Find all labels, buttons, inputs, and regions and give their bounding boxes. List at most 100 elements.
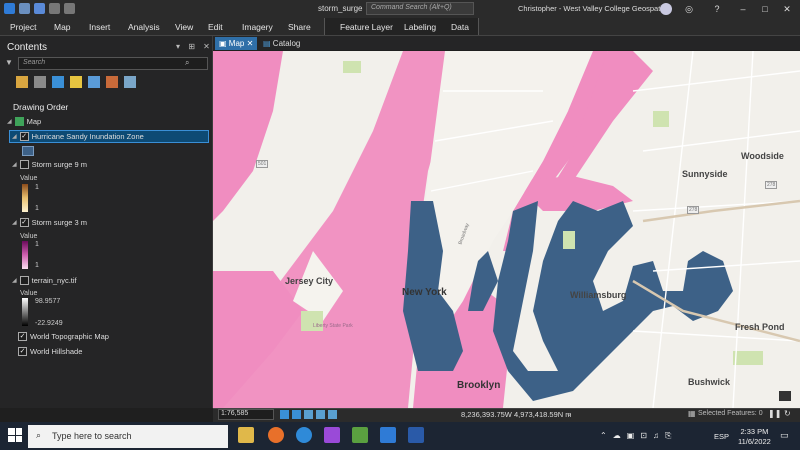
color-ramp[interactable] — [22, 241, 28, 269]
layer-storm-surge-9m[interactable]: ◢ Storm surge 9 m — [12, 160, 87, 169]
legend-min: 1 — [35, 262, 39, 269]
visibility-checkbox[interactable] — [19, 160, 29, 169]
close-icon[interactable]: ✕ — [780, 2, 794, 16]
redo-icon[interactable] — [64, 3, 75, 14]
firefox-icon[interactable] — [268, 427, 284, 443]
units-dropdown-icon[interactable]: ⌄ — [566, 410, 572, 418]
coordinate-readout[interactable]: 8,236,393.75W 4,973,418.59N m — [461, 410, 572, 419]
language-indicator[interactable]: ESP — [714, 432, 729, 441]
list-by-selection-icon[interactable] — [52, 76, 64, 88]
color-ramp[interactable] — [22, 298, 28, 326]
catalog-tab-label: Catalog — [272, 39, 301, 48]
list-by-labeling-icon[interactable] — [106, 76, 118, 88]
label-woodside: Woodside — [741, 151, 784, 161]
tab-view[interactable]: View — [175, 22, 193, 32]
windows-start-icon[interactable] — [8, 428, 22, 442]
collapse-icon[interactable]: ◢ — [7, 118, 12, 125]
drawing-order-heading: Drawing Order — [13, 102, 69, 112]
layer-name: World Topographic Map — [30, 332, 109, 341]
tab-insert[interactable]: Insert — [89, 22, 110, 32]
notepad-icon[interactable] — [352, 427, 368, 443]
arcgis-pro-icon[interactable] — [380, 427, 396, 443]
list-by-perspective-icon[interactable] — [124, 76, 136, 88]
list-by-drawing-order-icon[interactable] — [16, 76, 28, 88]
map-tips-icon[interactable] — [779, 391, 791, 401]
minimize-icon[interactable]: – — [736, 2, 750, 16]
visibility-checkbox[interactable] — [19, 276, 29, 285]
snapping-icon[interactable] — [316, 410, 325, 419]
map-tab-label: Map — [228, 39, 245, 48]
selected-features-count: Selected Features: 0 — [698, 410, 763, 417]
fixed-zoom-icon[interactable] — [280, 410, 289, 419]
visibility-checkbox[interactable]: ✓ — [19, 218, 29, 227]
filter-icon[interactable]: ▼ — [5, 58, 13, 67]
grid-icon[interactable] — [292, 410, 301, 419]
refresh-icon[interactable] — [328, 410, 337, 419]
list-by-snapping-icon[interactable] — [88, 76, 100, 88]
color-ramp[interactable] — [22, 184, 28, 212]
taskbar-search-input[interactable]: Type here to search — [28, 425, 228, 448]
avatar[interactable] — [660, 3, 672, 15]
map-icon — [14, 117, 24, 126]
visibility-checkbox[interactable]: ✓ — [18, 347, 27, 356]
user-name[interactable]: Christopher - West Valley College Geospa… — [518, 4, 668, 13]
search-icon[interactable]: ⌕ — [185, 58, 189, 68]
refresh-icon[interactable]: ↻ — [784, 409, 791, 418]
tab-map[interactable]: Map — [54, 22, 71, 32]
park — [653, 111, 669, 127]
layer-search-input[interactable]: Search — [18, 57, 208, 70]
scale-selector[interactable]: 1:76,585 — [218, 409, 274, 420]
undo-icon[interactable] — [49, 3, 60, 14]
shield-278-a: 278 — [687, 206, 700, 214]
system-tray-icons[interactable]: ⌃☁▣⊡♫⎘ — [600, 431, 677, 441]
list-by-editing-icon[interactable] — [70, 76, 82, 88]
tab-imagery[interactable]: Imagery — [242, 22, 273, 32]
layer-name: Hurricane Sandy Inundation Zone — [31, 132, 144, 141]
folder-icon[interactable] — [19, 3, 30, 14]
app-icon[interactable] — [324, 427, 340, 443]
pane-controls[interactable]: ▾ ⊞ ✕ — [176, 42, 213, 51]
map-view[interactable]: New York Jersey City Brooklyn Williamsbu… — [213, 51, 800, 408]
tab-project[interactable]: Project — [10, 22, 36, 32]
clock[interactable]: 2:33 PM 11/6/2022 — [738, 427, 771, 447]
map-canvas[interactable] — [213, 51, 800, 408]
save-icon[interactable] — [34, 3, 45, 14]
word-icon[interactable] — [408, 427, 424, 443]
layer-world-hillshade[interactable]: ✓ World Hillshade — [18, 347, 82, 356]
tab-feature-layer[interactable]: Feature Layer — [340, 22, 393, 32]
tab-analysis[interactable]: Analysis — [128, 22, 160, 32]
close-icon[interactable]: ✕ — [247, 39, 254, 48]
layer-world-topographic[interactable]: ✓ World Topographic Map — [18, 332, 109, 341]
label-new-york: New York — [402, 287, 447, 298]
layer-terrain[interactable]: ◢ terrain_nyc.tif — [12, 276, 77, 285]
layer-storm-surge-3m[interactable]: ◢ ✓ Storm surge 3 m — [12, 218, 87, 227]
collapse-icon[interactable]: ◢ — [12, 277, 17, 284]
pause-icon[interactable]: ❚❚ — [768, 409, 781, 418]
notification-icon[interactable]: ◎ — [682, 2, 696, 16]
help-icon[interactable]: ? — [710, 2, 724, 16]
collapse-icon[interactable]: ◢ — [12, 161, 17, 168]
notifications-icon[interactable]: ▭ — [780, 430, 789, 441]
rotation-icon[interactable] — [304, 410, 313, 419]
label-jersey-city: Jersey City — [285, 276, 334, 286]
maximize-icon[interactable]: □ — [758, 2, 772, 16]
tab-catalog-view[interactable]: ▤ Catalog — [259, 37, 304, 50]
list-by-source-icon[interactable] — [34, 76, 46, 88]
tab-map-view[interactable]: ▣ Map ✕ — [215, 37, 258, 50]
inundation-symbol[interactable] — [22, 146, 34, 156]
visibility-checkbox[interactable]: ✓ — [18, 332, 27, 341]
tab-data[interactable]: Data — [451, 22, 469, 32]
visibility-checkbox[interactable]: ✓ — [19, 132, 29, 141]
command-search-input[interactable]: Command Search (Alt+Q) — [366, 2, 474, 15]
map-label: Map — [26, 117, 42, 126]
edge-icon[interactable] — [296, 427, 312, 443]
file-explorer-icon[interactable] — [238, 427, 254, 443]
tab-labeling[interactable]: Labeling — [404, 22, 436, 32]
collapse-icon[interactable]: ◢ — [12, 133, 17, 140]
map-node[interactable]: ◢ Map — [7, 117, 41, 126]
layer-hurricane-sandy[interactable]: ◢ ✓ Hurricane Sandy Inundation Zone — [12, 132, 144, 141]
legend-title: Value — [20, 233, 38, 240]
collapse-icon[interactable]: ◢ — [12, 219, 17, 226]
tab-share[interactable]: Share — [288, 22, 311, 32]
tab-edit[interactable]: Edit — [208, 22, 223, 32]
